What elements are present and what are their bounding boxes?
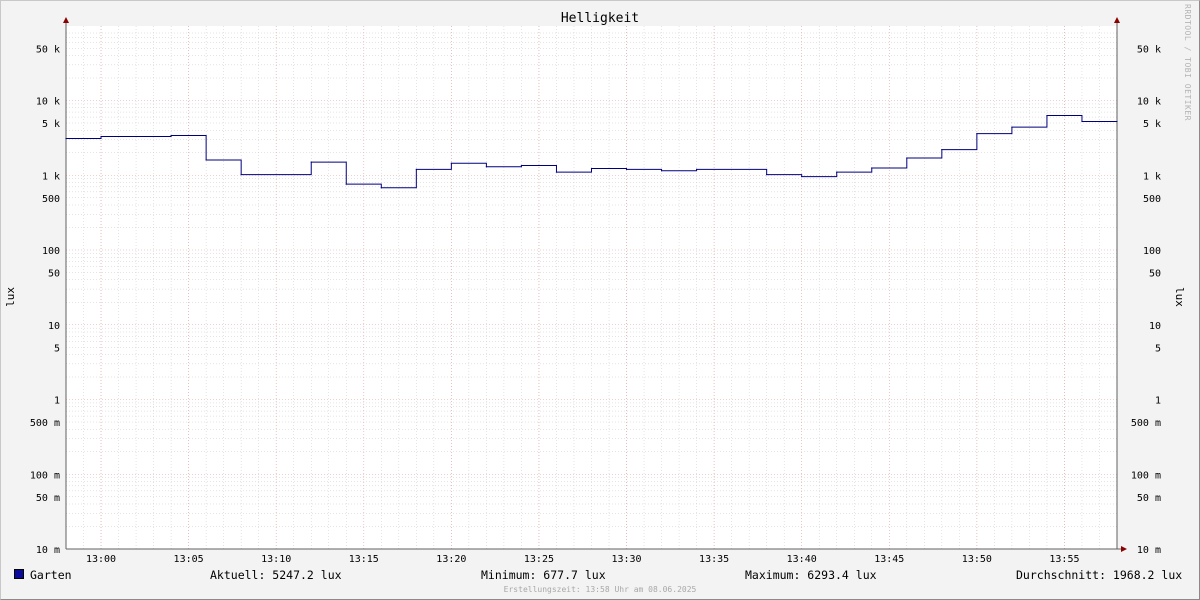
y-tick-label-left: 500 m xyxy=(30,418,60,429)
data-point xyxy=(205,159,207,161)
y-tick-label-right: 1 k xyxy=(1143,171,1161,182)
legend-series-name: Garten xyxy=(30,568,72,582)
y-axis-right-arrow xyxy=(1114,17,1120,23)
data-point xyxy=(450,162,452,164)
legend: Garten Aktuell: 5247.2 lux Minimum: 677.… xyxy=(0,568,1200,582)
data-point xyxy=(696,168,698,170)
x-tick-label: 13:05 xyxy=(174,554,204,565)
data-point xyxy=(100,135,102,138)
y-tick-label-right: 500 xyxy=(1143,194,1161,205)
data-point xyxy=(766,174,768,176)
legend-average: Durchschnitt: 1968.2 lux xyxy=(1016,568,1183,582)
data-point xyxy=(590,167,593,170)
data-point xyxy=(941,149,943,151)
data-point xyxy=(976,133,978,135)
data-point xyxy=(871,167,873,169)
legend-maximum: Maximum: 6293.4 lux xyxy=(745,568,877,582)
x-tick-label: 13:25 xyxy=(524,554,554,565)
y-tick-label-right: 10 k xyxy=(1137,97,1161,108)
creation-timestamp: Erstellungszeit: 13:58 Uhr am 08.06.2025 xyxy=(503,585,697,594)
y-tick-label-right: 500 m xyxy=(1131,418,1161,429)
data-point xyxy=(380,187,382,189)
y-tick-label-left: 5 k xyxy=(42,119,60,130)
legend-current: Aktuell: 5247.2 lux xyxy=(210,568,342,582)
y-tick-label-left: 100 xyxy=(42,246,60,257)
data-point xyxy=(625,168,628,170)
data-point xyxy=(1011,126,1013,128)
y-axis-left-arrow xyxy=(63,17,69,23)
data-point xyxy=(660,170,663,172)
data-point xyxy=(520,164,523,167)
x-tick-label: 13:35 xyxy=(699,554,729,565)
y-tick-label-left: 50 m xyxy=(36,493,60,504)
y-tick-label-right: 10 m xyxy=(1137,545,1161,556)
x-tick-label: 13:55 xyxy=(1049,554,1079,565)
y-tick-label-left: 1 xyxy=(54,396,60,407)
y-tick-label-left: 1 k xyxy=(42,171,60,182)
legend-minimum: Minimum: 677.7 lux xyxy=(481,568,606,582)
data-point xyxy=(906,157,908,159)
y-tick-label-left: 500 xyxy=(42,194,60,205)
data-point xyxy=(1116,120,1118,123)
y-tick-label-right: 10 xyxy=(1149,321,1161,332)
x-tick-label: 13:20 xyxy=(436,554,466,565)
y-tick-label-right: 50 m xyxy=(1137,493,1161,504)
y-tick-label-left: 10 k xyxy=(36,97,60,108)
legend-swatch-garten xyxy=(14,569,24,579)
y-tick-label-left: 50 k xyxy=(36,44,60,55)
data-point xyxy=(240,174,242,176)
data-point xyxy=(801,175,803,178)
y-tick-label-right: 5 k xyxy=(1143,119,1161,130)
x-tick-label: 13:45 xyxy=(874,554,904,565)
y-tick-label-right: 100 xyxy=(1143,246,1161,257)
data-point xyxy=(170,134,172,137)
y-tick-label-right: 100 m xyxy=(1131,470,1161,481)
y-tick-label-right: 50 k xyxy=(1137,44,1161,55)
y-tick-label-left: 50 xyxy=(48,269,60,280)
data-point xyxy=(1081,120,1083,123)
data-point xyxy=(415,168,417,170)
x-tick-label: 13:00 xyxy=(86,554,116,565)
y-tick-label-right: 50 xyxy=(1149,269,1161,280)
x-tick-label: 13:40 xyxy=(787,554,817,565)
x-axis-arrow xyxy=(1121,546,1127,552)
y-tick-label-right: 5 xyxy=(1155,343,1161,354)
data-point xyxy=(345,183,347,185)
y-tick-label-left: 10 xyxy=(48,321,60,332)
data-point xyxy=(1046,114,1048,117)
x-tick-label: 13:10 xyxy=(261,554,291,565)
data-point xyxy=(555,171,558,173)
data-point xyxy=(310,161,312,163)
chart-canvas: 50 k 50 k 10 k 10 k 5 k 5 k 1 k 1 k 500 500 100 100… xyxy=(30,17,1161,565)
x-tick-label: 13:50 xyxy=(962,554,992,565)
y-tick-label-left: 100 m xyxy=(30,470,60,481)
x-tick-label: 13:15 xyxy=(349,554,379,565)
data-point xyxy=(485,166,487,168)
x-tick-label: 13:30 xyxy=(611,554,641,565)
y-tick-label-left: 5 xyxy=(54,343,60,354)
data-point xyxy=(65,137,67,140)
y-tick-label-right: 1 xyxy=(1155,396,1161,407)
y-tick-label-left: 10 m xyxy=(36,545,60,556)
data-point xyxy=(836,171,838,173)
